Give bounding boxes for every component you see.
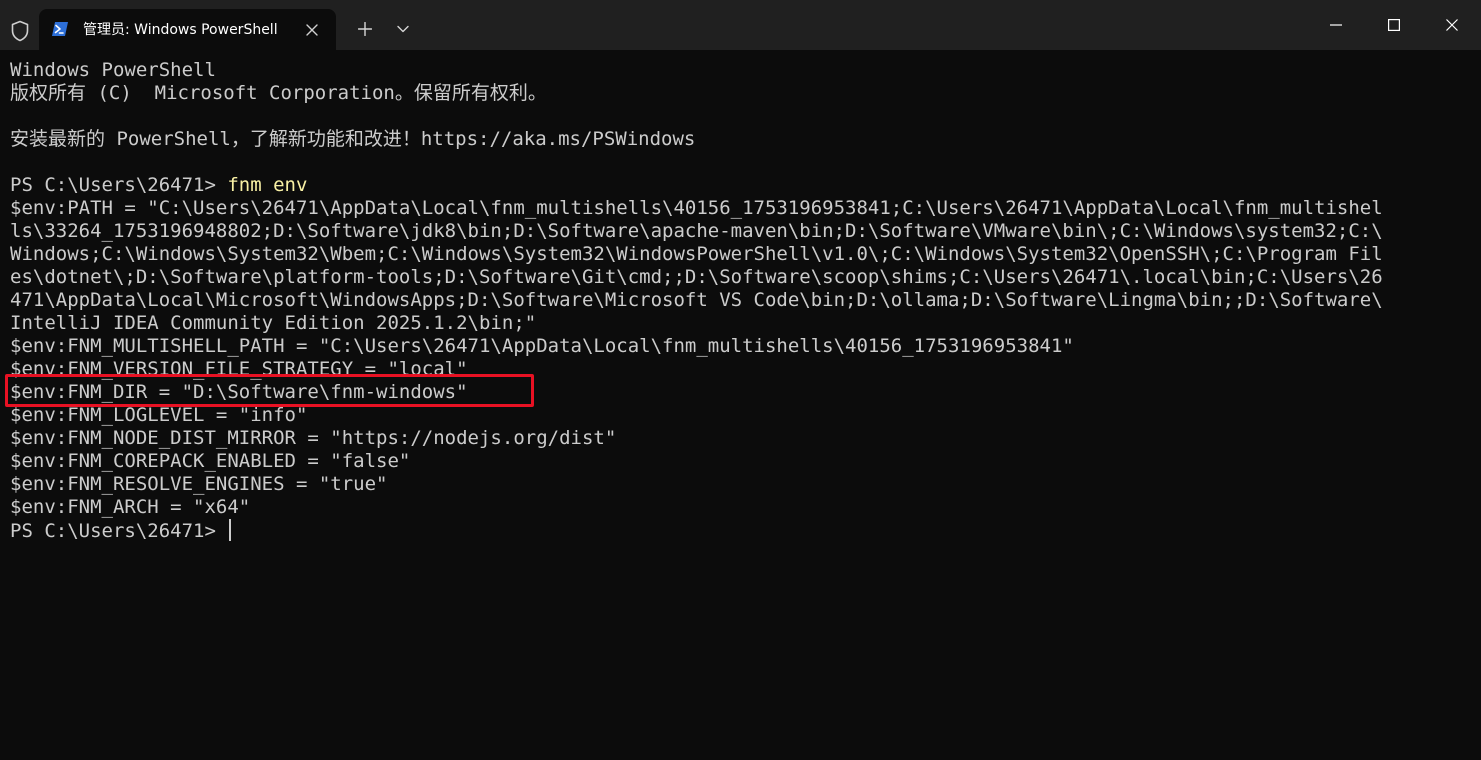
prompt-line[interactable]: PS C:\Users\26471> [10, 519, 232, 542]
close-icon[interactable] [301, 19, 323, 41]
text-cursor [229, 519, 232, 541]
output-line: 版权所有 (C) Microsoft Corporation。保留所有权利。 [10, 82, 547, 104]
output-line: $env:PATH = "C:\Users\26471\AppData\Loca… [10, 197, 1383, 219]
output-line: Windows PowerShell [10, 59, 216, 81]
output-line: 安装最新的 PowerShell，了解新功能和改进！https://aka.ms… [10, 128, 696, 150]
output-line: ls\33264_1753196948802;D:\Software\jdk8\… [10, 220, 1383, 242]
output-line: $env:FNM_MULTISHELL_PATH = "C:\Users\264… [10, 335, 1074, 357]
output-line: $env:FNM_NODE_DIST_MIRROR = "https://nod… [10, 427, 617, 449]
output-line: $env:FNM_RESOLVE_ENGINES = "true" [10, 473, 388, 495]
terminal-window: 管理员: Windows PowerShell Windows PowerShe… [0, 0, 1481, 760]
output-line: $env:FNM_ARCH = "x64" [10, 496, 251, 518]
output-line: Windows;C:\Windows\System32\Wbem;C:\Wind… [10, 243, 1383, 265]
close-icon[interactable] [1423, 0, 1481, 50]
prompt: PS C:\Users\26471> [10, 520, 228, 542]
maximize-icon[interactable] [1365, 0, 1423, 50]
plus-icon[interactable] [350, 14, 380, 44]
shield-icon [8, 19, 32, 43]
output-line: es\dotnet\;D:\Software\platform-tools;D:… [10, 266, 1383, 288]
powershell-icon [51, 21, 69, 37]
command-text: fnm env [227, 174, 308, 196]
command-line: PS C:\Users\26471> fnm env [10, 174, 307, 197]
output-line: 471\AppData\Local\Microsoft\WindowsApps;… [10, 289, 1383, 311]
output-line: $env:FNM_COREPACK_ENABLED = "false" [10, 450, 411, 472]
highlight-annotation-box [5, 374, 534, 407]
prompt: PS C:\Users\26471> [10, 174, 228, 196]
chevron-down-icon[interactable] [388, 14, 418, 44]
output-line: $env:FNM_LOGLEVEL = "info" [10, 404, 308, 426]
tab-powershell[interactable]: 管理员: Windows PowerShell [39, 9, 336, 50]
minimize-icon[interactable] [1307, 0, 1365, 50]
terminal-output[interactable]: Windows PowerShell 版权所有 (C) Microsoft Co… [0, 50, 1481, 760]
title-bar[interactable]: 管理员: Windows PowerShell [0, 0, 1481, 50]
tab-title: 管理员: Windows PowerShell [83, 22, 278, 38]
output-line: IntelliJ IDEA Community Edition 2025.1.2… [10, 312, 537, 334]
